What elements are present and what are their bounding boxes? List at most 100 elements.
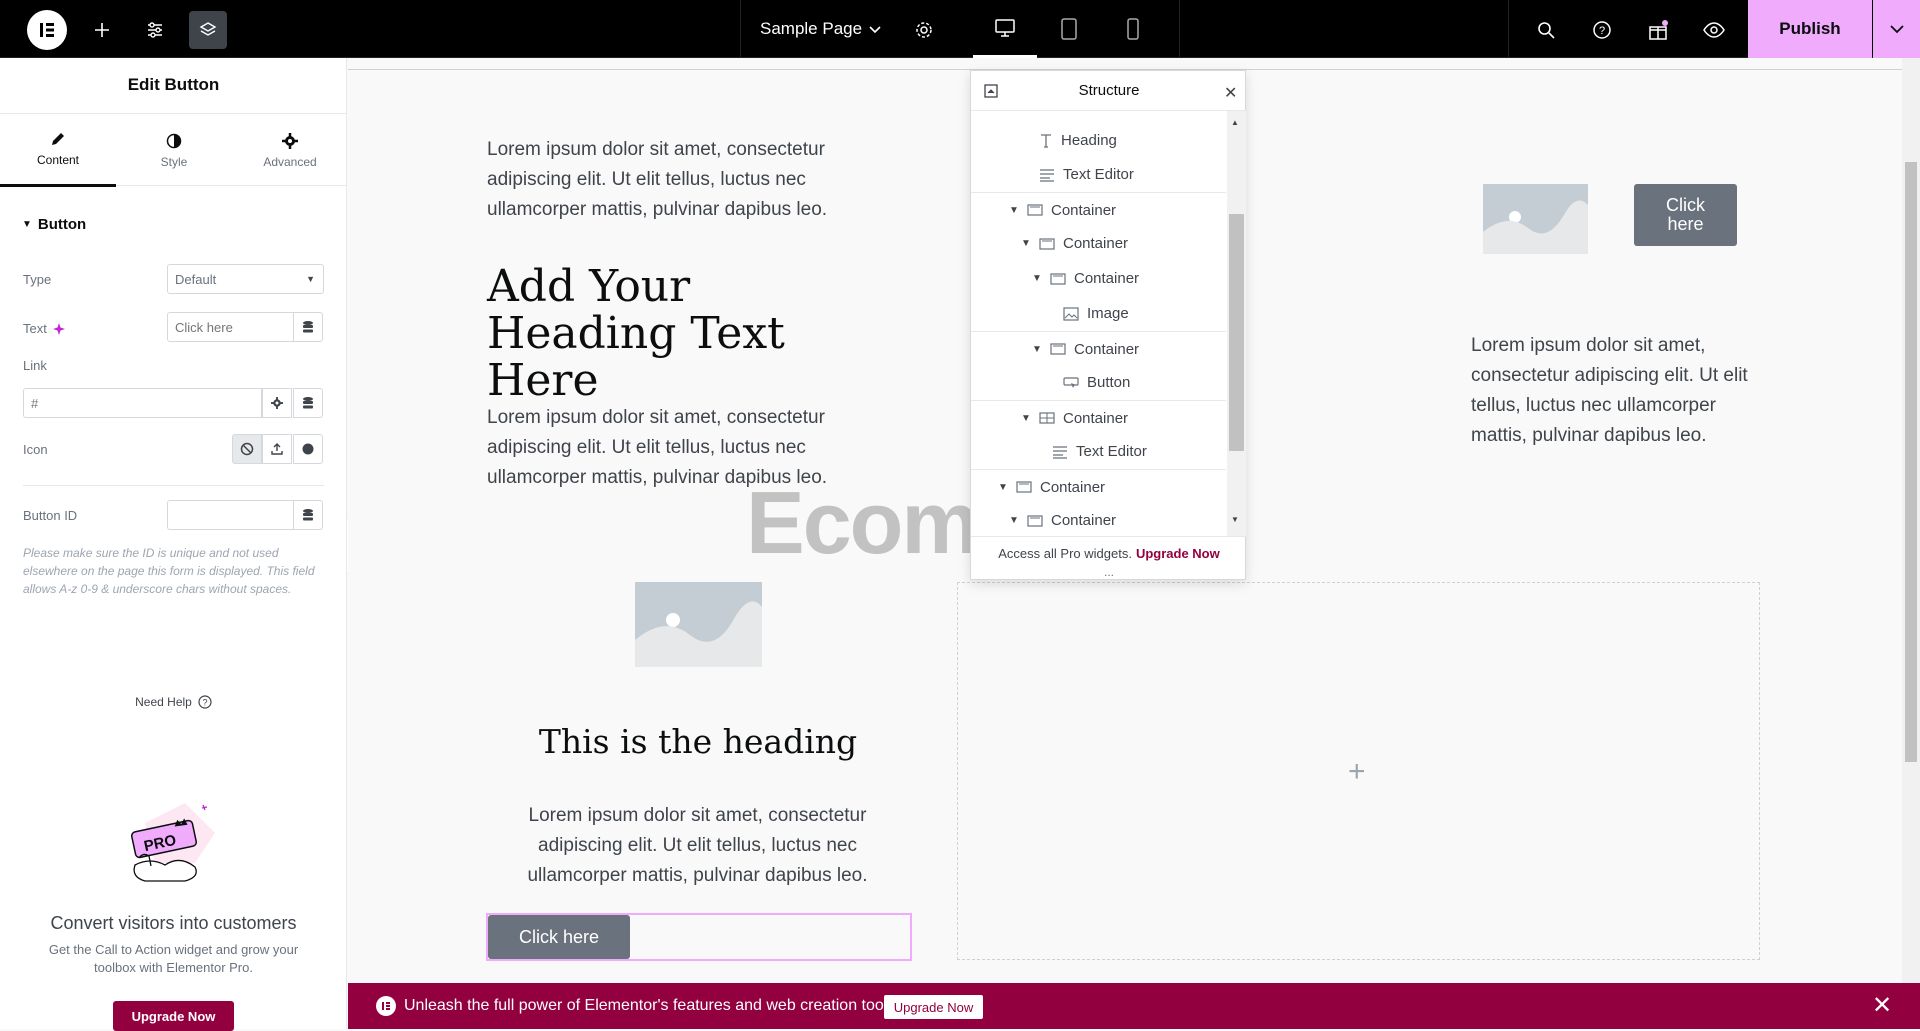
structure-item-text-editor[interactable]: Text Editor — [971, 157, 1226, 192]
link-dynamic-database-icon[interactable] — [293, 388, 323, 418]
upgrade-now-link[interactable]: Upgrade Now — [1136, 546, 1220, 561]
button-id-database-icon[interactable] — [293, 500, 323, 530]
caret-down-icon[interactable]: ▼ — [1032, 273, 1042, 284]
text-input[interactable] — [167, 312, 294, 342]
ai-sparkle-icon[interactable] — [52, 322, 66, 336]
search-icon[interactable] — [1527, 11, 1565, 49]
section-header-button[interactable]: ▼ Button — [22, 216, 86, 233]
collapse-all-icon[interactable] — [984, 84, 998, 98]
icon-upload-icon[interactable] — [262, 434, 292, 464]
text-label-row: Text — [23, 321, 66, 336]
upgrade-now-button[interactable]: Upgrade Now — [113, 1001, 234, 1031]
grid-container-icon — [1039, 412, 1055, 424]
structure-item-label: Container — [1063, 235, 1129, 252]
mobile-view-icon[interactable] — [1101, 0, 1165, 58]
icon-label: Icon — [23, 442, 48, 457]
structure-item-text-editor[interactable]: Text Editor — [971, 434, 1226, 469]
close-banner-icon[interactable]: ✕ — [1872, 991, 1892, 1020]
link-options-gear-icon[interactable] — [262, 388, 292, 418]
help-circle-icon: ? — [198, 695, 212, 709]
caret-down-icon[interactable]: ▼ — [1032, 344, 1042, 355]
text-label: Text — [23, 321, 47, 336]
structure-item-label: Text Editor — [1063, 166, 1134, 183]
scroll-up-arrow-icon[interactable]: ▲ — [1231, 118, 1239, 127]
publish-button[interactable]: Publish — [1748, 0, 1872, 58]
tab-style[interactable]: Style — [116, 114, 232, 187]
caret-down-icon[interactable]: ▼ — [1021, 238, 1031, 249]
container-icon — [1027, 514, 1043, 527]
select-caret-icon: ▼ — [306, 274, 315, 284]
pro-widgets-text: Access all Pro widgets. — [998, 545, 1132, 561]
main-heading[interactable]: Add Your Heading Text Here — [487, 263, 887, 404]
structure-item-container[interactable]: ▼ Container — [971, 192, 1226, 227]
structure-header: Structure — [971, 71, 1247, 111]
structure-item-container[interactable]: ▼ Container — [971, 226, 1226, 261]
structure-item-container[interactable]: ▼ Container — [971, 469, 1226, 504]
button-id-help-text: Please make sure the ID is unique and no… — [23, 546, 315, 596]
structure-item-container[interactable]: ▼ Container — [971, 400, 1226, 435]
tab-advanced-label: Advanced — [263, 154, 317, 169]
structure-item-container[interactable]: ▼ Container — [971, 331, 1226, 366]
panel-title: Edit Button — [127, 75, 220, 94]
tab-content-label: Content — [36, 153, 80, 167]
icon-library-circle-icon[interactable] — [293, 434, 323, 464]
section-title: Button — [37, 216, 87, 233]
elementor-logo-icon[interactable] — [27, 10, 67, 50]
section-heading[interactable]: This is the heading — [448, 722, 948, 761]
help-icon[interactable]: ? — [1583, 11, 1621, 49]
text-editor-1[interactable]: Lorem ipsum dolor sit amet, consectetur … — [487, 135, 897, 225]
whats-new-gift-icon[interactable] — [1639, 11, 1677, 49]
image-placeholder-icon[interactable] — [635, 582, 762, 667]
structure-item-image[interactable]: Image — [971, 296, 1226, 331]
top-bar: Sample Page ? Publish — [0, 0, 1920, 58]
chevron-down-icon — [868, 22, 882, 36]
dynamic-tags-database-icon[interactable] — [293, 312, 323, 342]
caret-down-icon[interactable]: ▼ — [1021, 413, 1031, 424]
add-element-icon[interactable] — [83, 11, 121, 49]
structure-title: Structure — [1078, 82, 1140, 99]
page-title-dropdown[interactable]: Sample Page — [760, 19, 882, 39]
structure-item-label: Container — [1063, 409, 1129, 427]
tab-advanced[interactable]: Advanced — [232, 114, 348, 187]
tab-content[interactable]: Content — [0, 114, 116, 187]
structure-item-label: Container — [1051, 512, 1117, 529]
structure-item-container[interactable]: ▼ Container — [971, 261, 1226, 296]
tablet-view-icon[interactable] — [1037, 0, 1101, 58]
publish-options-chevron-icon[interactable] — [1873, 0, 1920, 58]
text-editor-4[interactable]: Lorem ipsum dolor sit amet, consectetur … — [1471, 331, 1761, 451]
structure-layers-icon[interactable] — [189, 11, 227, 49]
structure-item-container[interactable]: ▼ Container — [971, 503, 1226, 538]
desktop-view-icon[interactable] — [973, 0, 1037, 58]
close-icon[interactable]: ✕ — [1224, 83, 1237, 103]
site-settings-sliders-icon[interactable] — [136, 11, 174, 49]
need-help-link[interactable]: Need Help ? — [0, 695, 347, 709]
caret-down-icon[interactable]: ▼ — [1009, 515, 1019, 526]
panel-tabs: Content Style Advanced — [0, 113, 348, 187]
drag-handle-dots[interactable]: ... — [971, 565, 1247, 579]
text-editor-3[interactable]: Lorem ipsum dolor sit amet, consectetur … — [505, 801, 890, 891]
caret-down-icon[interactable]: ▼ — [998, 482, 1008, 493]
structure-scroll-thumb[interactable] — [1229, 214, 1244, 451]
image-placeholder-icon[interactable] — [1483, 184, 1588, 254]
scroll-down-arrow-icon[interactable]: ▼ — [1231, 515, 1239, 524]
structure-item-button[interactable]: Button — [971, 365, 1226, 400]
structure-item-label: Button — [1087, 374, 1131, 391]
caret-down-icon[interactable]: ▼ — [1009, 205, 1019, 216]
structure-item-heading[interactable]: Heading — [971, 123, 1226, 158]
add-widget-plus-icon[interactable]: + — [1348, 755, 1366, 789]
gear-icon — [282, 132, 298, 149]
text-editor-icon — [1053, 445, 1067, 459]
button-id-input[interactable] — [167, 500, 294, 530]
structure-panel: Structure ✕ Heading Text Editor ▼ Contai… — [970, 70, 1247, 580]
page-settings-gear-icon[interactable] — [905, 11, 943, 49]
structure-item-label: Image — [1087, 305, 1129, 322]
link-input[interactable] — [23, 388, 262, 418]
pro-promo-illustration: PRO — [130, 803, 215, 882]
type-select[interactable]: Default ▼ — [167, 264, 324, 294]
banner-upgrade-button[interactable]: Upgrade Now — [884, 995, 983, 1019]
icon-none-icon[interactable] — [232, 434, 262, 464]
preview-eye-icon[interactable] — [1695, 11, 1733, 49]
click-here-button[interactable]: Click here — [1634, 184, 1737, 246]
click-here-button-selected[interactable]: Click here — [488, 915, 630, 959]
canvas-scroll-thumb[interactable] — [1905, 162, 1917, 762]
